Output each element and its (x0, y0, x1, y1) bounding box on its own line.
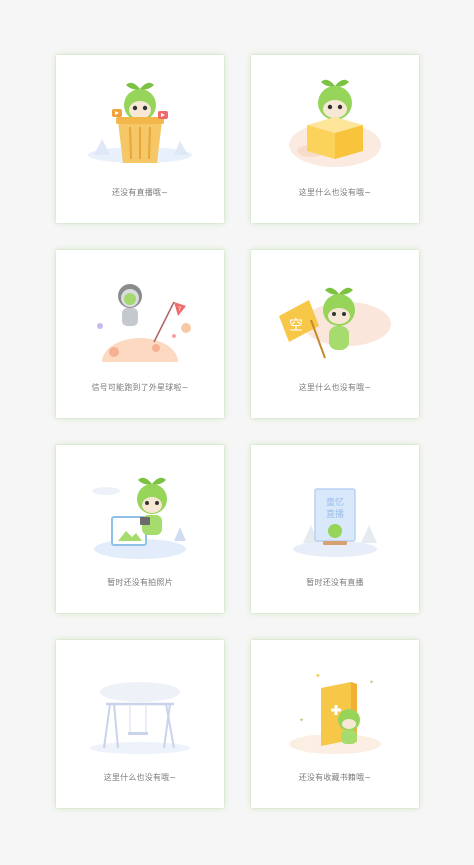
empty-state-caption: 还没有收藏书籍哦~ (298, 773, 372, 782)
screen-text-line1: 童忆 (326, 496, 344, 508)
empty-swing-icon (90, 682, 190, 754)
empty-state-card-generic: 这里什么也没有哦~ (56, 640, 224, 808)
mascot-live-screen-icon: 童忆 直播 (293, 488, 377, 557)
screen-text-line2: 直播 (326, 508, 344, 520)
empty-state-card-live: 还没有直播哦~ (56, 55, 224, 223)
empty-state-caption: 暂时还没有拍照片 (107, 578, 173, 587)
sign-text: 空 (289, 318, 303, 334)
empty-state-card-no-live: 童忆 直播 暂时还没有直播 (251, 445, 419, 613)
empty-state-caption: 暂时还没有直播 (306, 578, 364, 587)
empty-state-caption: 还没有直播哦~ (111, 188, 169, 197)
empty-state-caption: 信号可能跑到了外星球啦~ (91, 383, 189, 392)
svg-text:✦: ✦ (299, 717, 304, 724)
empty-state-card-generic: 这里什么也没有哦~ (251, 55, 419, 223)
empty-state-caption: 这里什么也没有哦~ (298, 383, 372, 392)
empty-state-card-no-photo: 暂时还没有拍照片 (56, 445, 224, 613)
mascot-in-trash-bin-icon (88, 82, 192, 163)
mascot-book-icon: ✦ ✦ ✦ (289, 672, 381, 754)
svg-text:?: ? (178, 306, 181, 313)
astronaut-planet-icon: ? (97, 284, 191, 362)
empty-state-card-generic: 空 这里什么也没有哦~ (251, 250, 419, 418)
empty-state-caption: 这里什么也没有哦~ (298, 188, 372, 197)
empty-state-card-no-signal: ? 信号可能跑到了外星球啦~ (56, 250, 224, 418)
mascot-holding-sign-icon: 空 (279, 287, 391, 359)
svg-text:✦: ✦ (369, 679, 374, 686)
mascot-camera-icon (92, 477, 186, 559)
mascot-in-box-icon (289, 79, 381, 167)
svg-text:✦: ✦ (315, 672, 321, 680)
empty-state-caption: 这里什么也没有哦~ (103, 773, 177, 782)
empty-state-card-no-books: ✦ ✦ ✦ 还没有收藏书籍哦~ (251, 640, 419, 808)
